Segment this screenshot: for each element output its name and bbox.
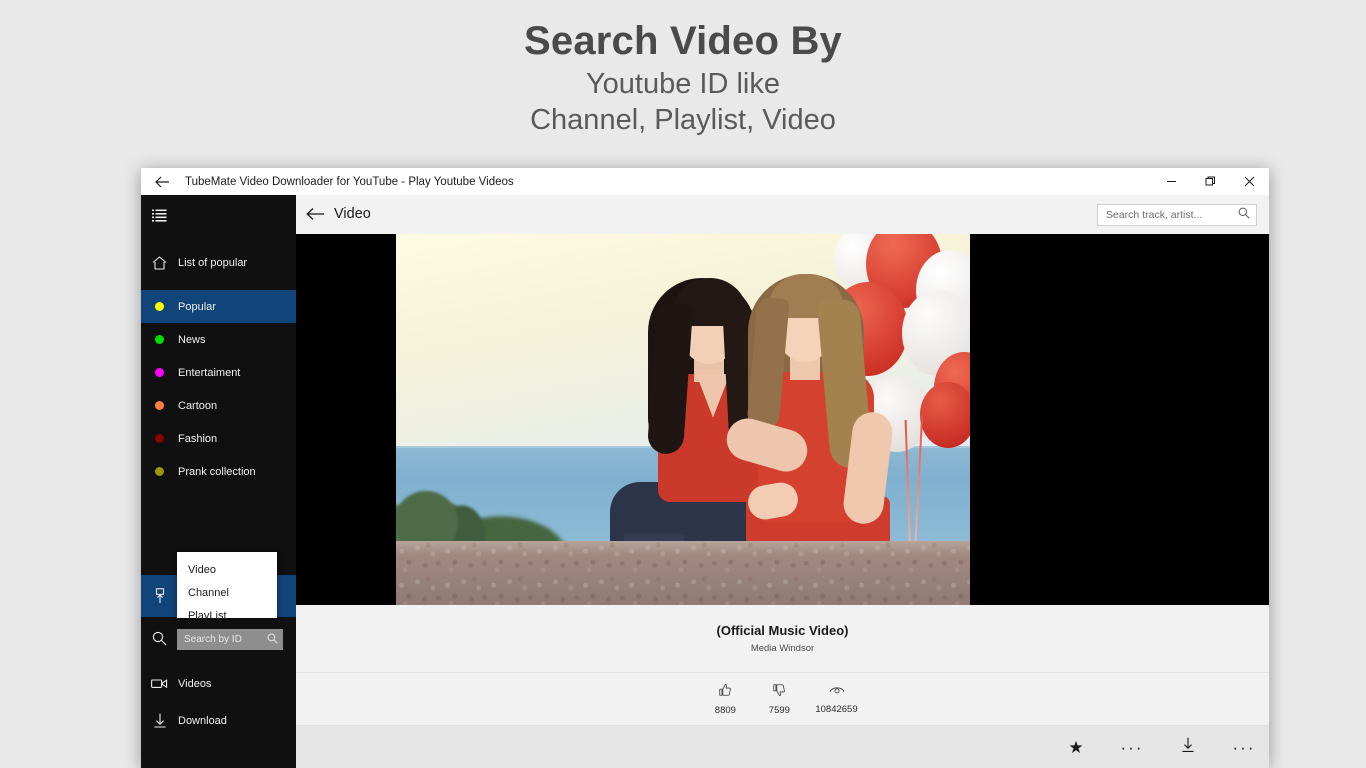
- sidebar-item-label: Prank collection: [178, 465, 256, 478]
- video-artist: Media Windsor: [750, 643, 815, 654]
- stat-dislikes[interactable]: 7599: [761, 683, 797, 716]
- back-arrow-icon[interactable]: [296, 207, 334, 221]
- app-window: TubeMate Video Downloader for YouTube - …: [141, 168, 1269, 768]
- sidebar-item-label: List of popular: [178, 256, 248, 269]
- home-icon: [141, 255, 178, 270]
- overflow-button[interactable]: ···: [1227, 730, 1261, 764]
- sidebar-item-label: Download: [178, 714, 227, 727]
- promo-title: Search Video By: [524, 19, 842, 63]
- sidebar-item-label: News: [178, 333, 206, 346]
- content-area: Video Search track, artist... (Official …: [296, 195, 1269, 768]
- ellipsis-icon: ···: [1232, 737, 1256, 757]
- sidebar-item-label: Fashion: [178, 432, 218, 445]
- window-body: List of popular Popular News Entertaimen…: [141, 195, 1269, 768]
- sidebar: List of popular Popular News Entertaimen…: [141, 195, 296, 768]
- promo-subtitle-line1: Youtube ID like: [585, 68, 780, 100]
- sidebar-item-fashion[interactable]: Fashion: [141, 422, 296, 455]
- video-stats: 8809 7599 10842659: [296, 673, 1269, 726]
- category-dot-icon: [141, 467, 178, 476]
- download-arrow-icon: [1181, 737, 1195, 758]
- sidebar-item-label: Entertaiment: [178, 366, 241, 379]
- ellipsis-icon: ···: [1120, 737, 1144, 757]
- video-player[interactable]: [296, 233, 1269, 605]
- video-action-bar: ★ ··· ···: [296, 726, 1269, 768]
- category-dot-icon: [141, 302, 178, 311]
- search-input[interactable]: Search track, artist...: [1097, 204, 1257, 226]
- video-meta: (Official Music Video) Media Windsor: [296, 605, 1269, 673]
- stat-value: 8809: [714, 704, 736, 716]
- thumbs-down-icon: [772, 683, 786, 702]
- hamburger-icon[interactable]: [141, 195, 296, 235]
- search-by-id-placeholder: Search by ID: [184, 634, 242, 645]
- video-frame: [396, 233, 970, 605]
- search-type-dropdown[interactable]: Video Channel PlayList: [177, 552, 277, 622]
- search-icon: [141, 631, 178, 646]
- sidebar-bottom-nav: Videos Download: [141, 665, 296, 739]
- video-camera-icon: [141, 678, 178, 689]
- sidebar-item-label: Videos: [178, 677, 212, 690]
- sidebar-item-popular[interactable]: Popular: [141, 290, 296, 323]
- category-dot-icon: [141, 401, 178, 410]
- search-placeholder: Search track, artist...: [1106, 209, 1203, 221]
- category-dot-icon: [141, 434, 178, 443]
- video-info: (Official Music Video) Media Windsor 880…: [296, 605, 1269, 768]
- download-button[interactable]: [1171, 730, 1205, 764]
- thumbs-up-icon: [718, 683, 732, 702]
- favorite-button[interactable]: ★: [1059, 730, 1093, 764]
- category-dot-icon: [141, 368, 178, 377]
- screenshot-root: Search Video By Youtube ID like Channel,…: [0, 0, 1366, 768]
- minimize-button[interactable]: [1152, 168, 1191, 195]
- page-title: Video: [334, 206, 371, 223]
- sidebar-item-label: Cartoon: [178, 399, 218, 412]
- stat-value: 7599: [768, 704, 790, 716]
- restore-button[interactable]: [1191, 168, 1230, 195]
- promo-banner: Search Video By Youtube ID like Channel,…: [0, 0, 1366, 160]
- sidebar-spacer-top: [141, 235, 296, 246]
- window-title: TubeMate Video Downloader for YouTube - …: [185, 175, 514, 188]
- photo-stone-wall: [396, 540, 970, 605]
- back-arrow-icon[interactable]: [141, 168, 183, 195]
- dropdown-option-video[interactable]: Video: [177, 558, 277, 581]
- search-icon[interactable]: [1238, 206, 1250, 224]
- sidebar-item-list-of-popular[interactable]: List of popular: [141, 246, 296, 279]
- sidebar-item-label: Popular: [178, 300, 216, 313]
- search-by-id-input[interactable]: Search by ID: [177, 629, 283, 650]
- promo-subtitle: Youtube ID like Channel, Playlist, Video: [530, 66, 836, 139]
- eye-icon: [828, 683, 845, 701]
- sidebar-item-cartoon[interactable]: Cartoon: [141, 389, 296, 422]
- content-header: Video Search track, artist...: [296, 195, 1269, 234]
- video-title: (Official Music Video): [716, 623, 849, 638]
- sidebar-spacer-a: [141, 279, 296, 290]
- pin-upload-icon: [141, 588, 178, 604]
- download-arrow-icon: [141, 713, 178, 728]
- sidebar-item-prank-collection[interactable]: Prank collection: [141, 455, 296, 488]
- category-dot-icon: [141, 335, 178, 344]
- search-icon[interactable]: [267, 631, 278, 649]
- promo-subtitle-line2: Channel, Playlist, Video: [530, 104, 836, 137]
- dropdown-option-playlist[interactable]: PlayList: [177, 604, 277, 627]
- close-button[interactable]: [1230, 168, 1269, 195]
- window-controls: [1152, 168, 1269, 195]
- sidebar-item-videos[interactable]: Videos: [141, 665, 296, 702]
- more-button[interactable]: ···: [1115, 730, 1149, 764]
- title-bar: TubeMate Video Downloader for YouTube - …: [141, 168, 1269, 195]
- sidebar-item-download[interactable]: Download: [141, 702, 296, 739]
- stat-value: 10842659: [815, 704, 858, 715]
- balloon-red-4: [920, 381, 970, 448]
- sidebar-item-entertaiment[interactable]: Entertaiment: [141, 356, 296, 389]
- stat-views[interactable]: 10842659: [815, 683, 858, 715]
- dropdown-option-channel[interactable]: Channel: [177, 581, 277, 604]
- stat-likes[interactable]: 8809: [707, 683, 743, 716]
- star-icon: ★: [1068, 737, 1084, 757]
- sidebar-item-news[interactable]: News: [141, 323, 296, 356]
